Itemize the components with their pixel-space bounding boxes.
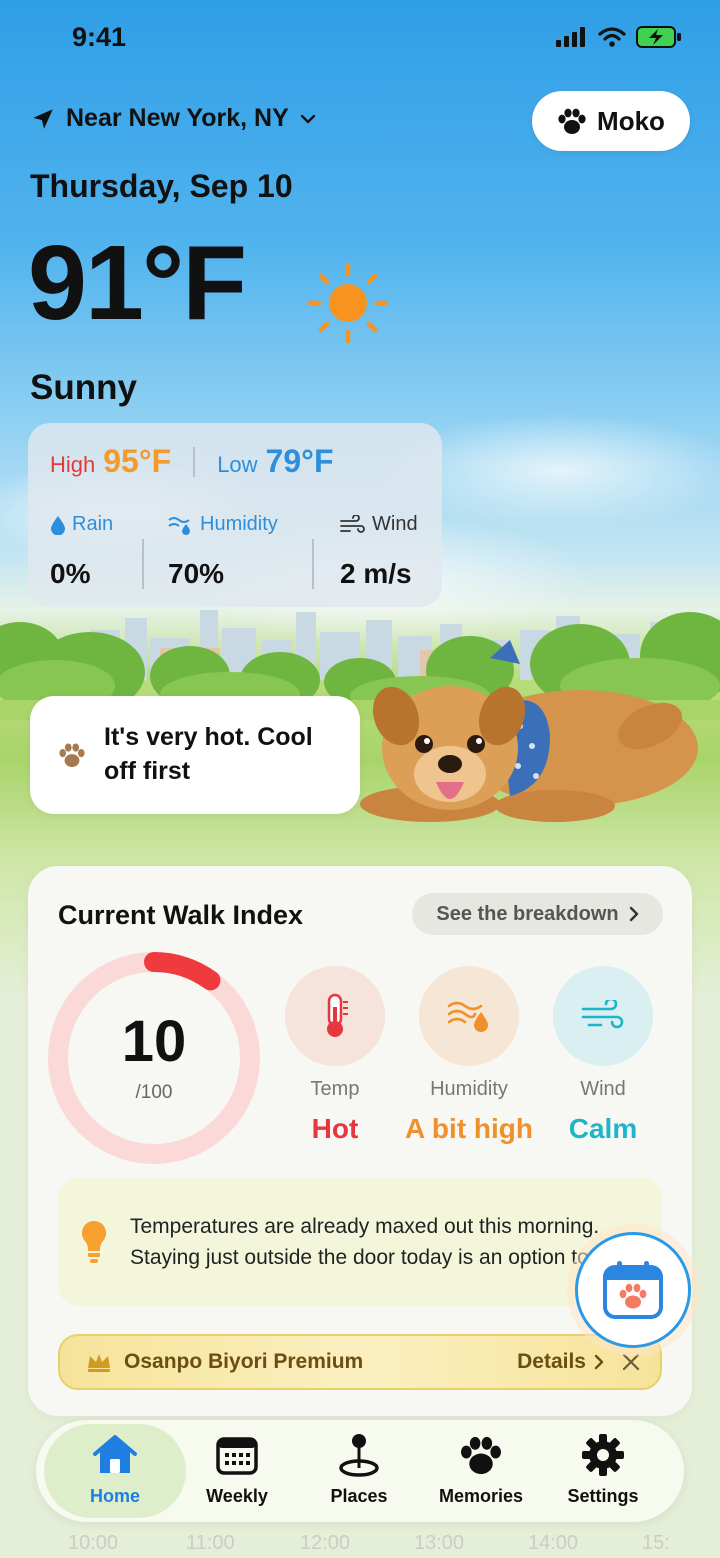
- walk-calendar-fab[interactable]: [575, 1232, 691, 1348]
- low-value: 79°F: [265, 443, 334, 479]
- wind-stat: Wind 2 m/s: [340, 513, 418, 590]
- hour-label: 15:: [642, 1532, 670, 1554]
- date-label: Thursday, Sep 10: [30, 168, 293, 204]
- tab-weekly[interactable]: Weekly: [182, 1432, 292, 1507]
- walk-index-max: /100: [135, 1082, 173, 1103]
- droplet-icon: [51, 515, 65, 535]
- thermometer-icon: [327, 993, 348, 1037]
- divider: [142, 539, 144, 589]
- hour-label: 10:00: [68, 1532, 119, 1554]
- gear-icon: [582, 1434, 624, 1476]
- humidity-label: Humidity: [200, 513, 278, 535]
- walk-index-card: Current Walk Index See the breakdown 10 …: [28, 866, 692, 1416]
- wind-value: 2 m/s: [340, 558, 412, 589]
- tab-memories[interactable]: Memories: [426, 1432, 536, 1507]
- sun-icon: [307, 262, 389, 344]
- tab-weekly-label: Weekly: [206, 1486, 268, 1506]
- walk-index-title: Current Walk Index: [58, 900, 304, 930]
- tip-text: Temperatures are already maxed out this …: [130, 1214, 607, 1270]
- divider: [193, 446, 196, 477]
- map-pin-icon: [339, 1434, 379, 1477]
- factor-wind-value: Calm: [568, 1113, 638, 1144]
- signal-icon: [556, 27, 585, 47]
- divider: [312, 539, 314, 589]
- location-arrow-icon: [33, 108, 53, 129]
- premium-label: Osanpo Biyori Premium: [124, 1350, 364, 1373]
- weather-summary-card: High 95°F Low 79°F Rain 0% Humidity 70%: [28, 423, 442, 607]
- breakdown-label: See the breakdown: [436, 902, 619, 925]
- paw-icon: [558, 108, 586, 134]
- factor-wind-label: Wind: [580, 1078, 626, 1100]
- hour-label: 13:00: [414, 1532, 465, 1554]
- humidity-value: 70%: [168, 558, 225, 589]
- tab-settings-label: Settings: [567, 1486, 639, 1506]
- pet-selector-button[interactable]: Moko: [532, 91, 690, 151]
- premium-details-label: Details: [517, 1350, 586, 1373]
- paw-icon: [59, 743, 85, 768]
- tab-places[interactable]: Places: [304, 1432, 414, 1507]
- wind-label: Wind: [372, 513, 418, 535]
- tab-settings[interactable]: Settings: [548, 1432, 658, 1507]
- weather-condition: Sunny: [30, 368, 137, 407]
- hour-label: 14:00: [528, 1532, 579, 1554]
- close-icon[interactable]: [622, 1353, 640, 1371]
- rain-stat: Rain 0%: [50, 513, 113, 590]
- see-breakdown-button[interactable]: See the breakdown: [412, 893, 663, 935]
- home-icon: [93, 1435, 137, 1473]
- factor-icon-circle: [419, 966, 519, 1066]
- factor-temp-label: Temp: [310, 1078, 360, 1100]
- humidity-drop-icon: [447, 1001, 488, 1032]
- crown-icon: [88, 1354, 110, 1372]
- tab-places-label: Places: [330, 1486, 388, 1506]
- tab-memories-label: Memories: [438, 1486, 524, 1506]
- factor-temp-value: Hot: [311, 1113, 359, 1144]
- factor-icon-circle: [553, 966, 653, 1066]
- hour-label: 12:00: [300, 1532, 351, 1554]
- current-temperature: 91°F: [28, 224, 247, 342]
- factor-temp: Temp Hot: [270, 966, 400, 1145]
- status-icons: [556, 26, 682, 48]
- chevron-right-icon: [594, 1354, 604, 1370]
- advice-bubble: It's very hot. Cool off first: [30, 696, 360, 814]
- hour-label: 11:00: [186, 1532, 235, 1554]
- rain-label: Rain: [72, 513, 114, 535]
- walk-tip: Temperatures are already maxed out this …: [58, 1178, 662, 1306]
- wind-icon: [581, 1000, 624, 1029]
- status-time: 9:41: [72, 22, 127, 52]
- lightbulb-icon: [81, 1220, 107, 1263]
- tab-bar: Home Weekly Places Memories Settings: [36, 1420, 684, 1522]
- wifi-icon: [598, 27, 626, 47]
- tab-home[interactable]: Home: [60, 1432, 170, 1507]
- wind-icon: [340, 514, 365, 533]
- factor-icon-circle: [285, 966, 385, 1066]
- high-label: High: [50, 452, 96, 477]
- low-label: Low: [217, 452, 258, 477]
- premium-banner[interactable]: Osanpo Biyori Premium Details: [58, 1334, 662, 1390]
- hourly-timeline: 10:00 11:00 12:00 13:00 14:00 15:: [0, 1532, 720, 1558]
- location-label: Near New York, NY: [66, 104, 289, 132]
- tab-home-label: Home: [89, 1486, 140, 1506]
- calendar-paw-icon: [603, 1261, 663, 1319]
- factor-humidity: Humidity A bit high: [404, 966, 534, 1145]
- pet-name: Moko: [597, 105, 665, 136]
- chevron-down-icon: [300, 114, 315, 123]
- chevron-right-icon: [629, 906, 638, 922]
- premium-details-link[interactable]: Details: [517, 1350, 604, 1374]
- battery-icon: [636, 26, 681, 48]
- high-value: 95°F: [103, 443, 172, 479]
- walk-index-score: 10: [121, 1009, 187, 1074]
- puppy-illustration: [360, 640, 698, 822]
- location-selector[interactable]: Near New York, NY: [30, 104, 317, 133]
- calendar-grid-icon: [216, 1437, 258, 1475]
- humidity-stat: Humidity 70%: [168, 513, 278, 590]
- factor-humidity-label: Humidity: [430, 1078, 508, 1100]
- paw-icon: [461, 1436, 501, 1475]
- rain-value: 0%: [50, 558, 91, 589]
- factor-humidity-value: A bit high: [404, 1113, 534, 1144]
- humidity-icon: [168, 516, 190, 535]
- advice-text: It's very hot. Cool off first: [104, 723, 313, 785]
- factor-wind: Wind Calm: [538, 966, 668, 1145]
- high-low-row: High 95°F Low 79°F: [50, 443, 333, 480]
